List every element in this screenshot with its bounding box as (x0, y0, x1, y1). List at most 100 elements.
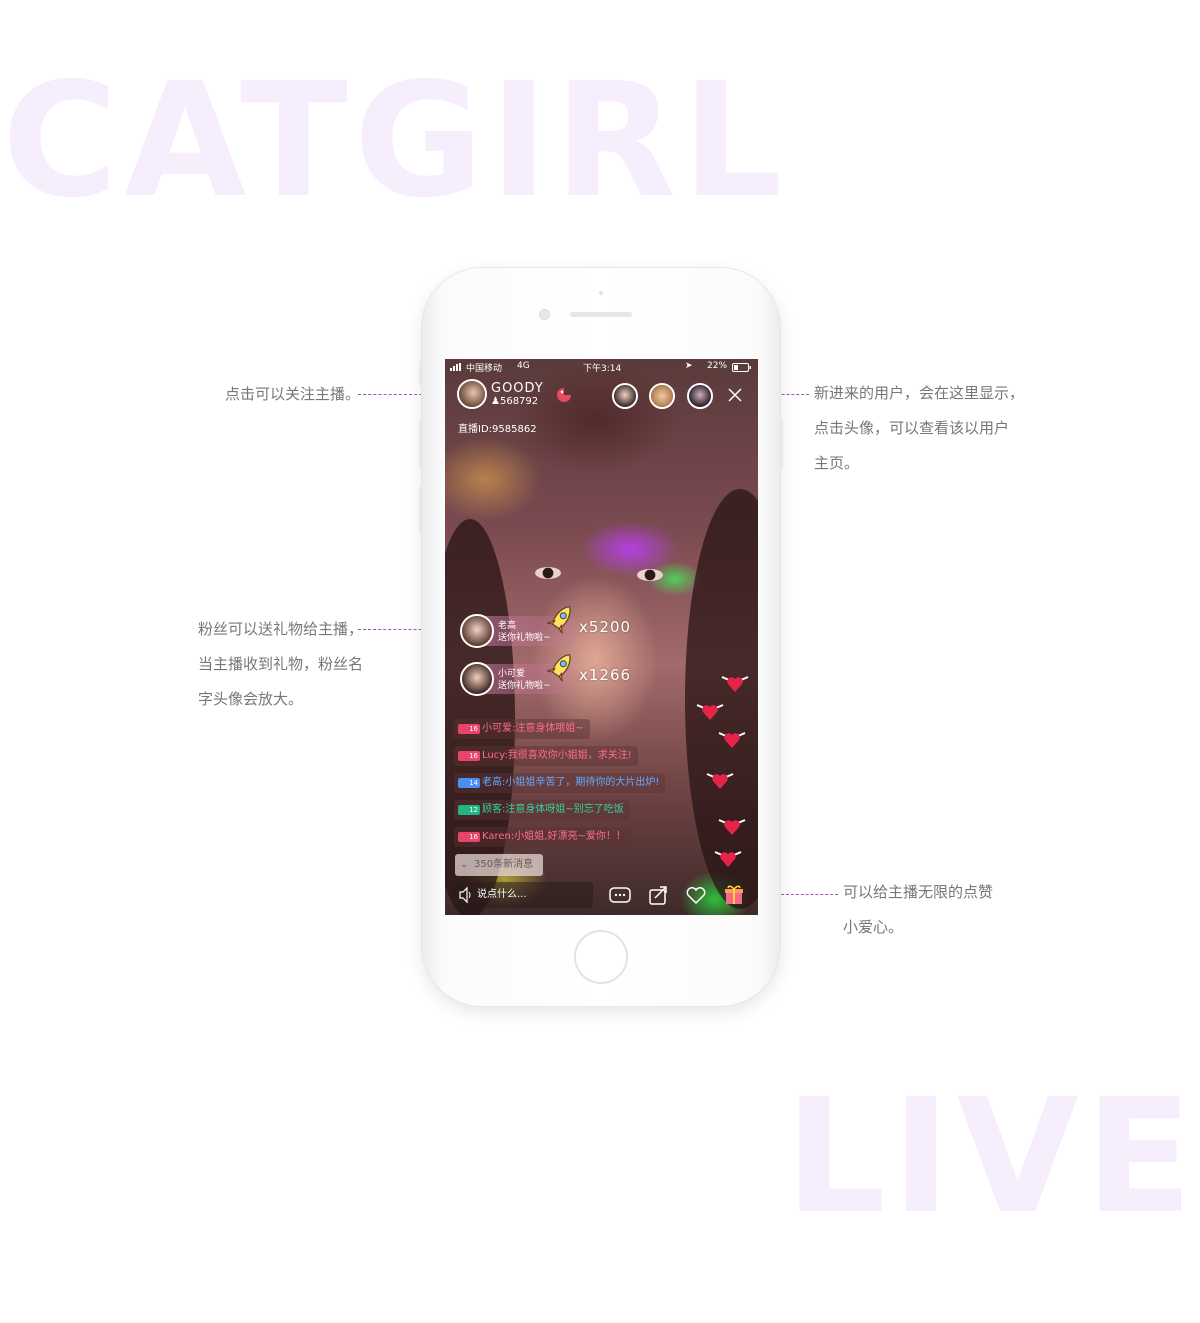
annotation-new-users-line-2: 点击头像，可以查看该以用户 (814, 419, 1010, 437)
floating-heart-icon (705, 769, 735, 791)
close-icon (728, 388, 742, 402)
clock-label: 下午3:14 (583, 364, 622, 374)
gift-notification: 老高 送你礼物啦~ x5200 (460, 606, 635, 648)
phone-side-button (419, 360, 423, 386)
gift-icon (725, 885, 743, 904)
gift-sender-avatar[interactable] (460, 662, 494, 696)
phone-home-button[interactable] (574, 930, 628, 984)
viewer-avatar-2[interactable] (649, 383, 675, 409)
level-badge: 14 (458, 778, 480, 788)
chat-message: 16 Karen:小姐姐,好漂亮~爱你！！ (454, 827, 632, 847)
signal-icon (450, 363, 464, 374)
host-info[interactable]: GOODY ♟568792 (457, 379, 551, 409)
chat-message-text: 老高:小姐姐辛苦了，期待你的大片出炉! (482, 777, 660, 788)
comment-placeholder: 说点什么... (477, 889, 527, 900)
phone-sensor (599, 291, 603, 295)
battery-icon (732, 363, 752, 375)
portrait-eye-left (535, 567, 561, 579)
gift-button[interactable] (721, 882, 747, 908)
bottom-toolbar: 说点什么... (445, 879, 758, 915)
annotation-new-users-line-3: 主页。 (814, 454, 860, 472)
level-badge: 16 (458, 832, 480, 842)
annotation-new-users-line-1: 新进来的用户，会在这里显示， (814, 384, 1025, 402)
floating-heart-icon (717, 815, 747, 837)
phone-volume-up-button (419, 420, 423, 468)
floating-heart-icon (713, 847, 743, 869)
host-avatar-image (459, 381, 485, 407)
person-icon: ♟ (491, 396, 500, 407)
gift-notification: 小可爱 送你礼物啦~ x1266 (460, 654, 635, 696)
level-badge: 16 (458, 751, 480, 761)
phone-speaker (570, 312, 632, 317)
gift-count: x5200 (579, 618, 632, 636)
network-label: 4G (517, 361, 530, 371)
chat-message-text: 顾客:注意身体呀姐~别忘了吃饭 (482, 804, 624, 815)
share-button[interactable] (645, 882, 671, 908)
follow-button[interactable] (555, 386, 573, 402)
annotation-follow-text: 点击可以关注主播。 (225, 385, 361, 403)
live-stream-screen: 中国移动 4G 下午3:14 ➤ 22% GOODY ♟568792 直播ID:… (445, 359, 758, 915)
chat-message: 16 Lucy:我很喜欢你小姐姐，求关注! (454, 746, 638, 766)
new-messages-button[interactable]: ⌄ 350条新消息 (455, 854, 543, 876)
rocket-icon (546, 650, 576, 688)
location-icon: ➤ (685, 361, 693, 371)
annotation-gifts: 粉丝可以送礼物给主播， 当主播收到礼物，粉丝名 字头像会放大。 (198, 612, 363, 717)
viewer-avatar-icon (651, 385, 673, 407)
phone-power-button (779, 420, 783, 468)
portrait-eye-right (637, 569, 663, 581)
level-badge: 16 (458, 724, 480, 734)
gift-sender-avatar-image (462, 616, 492, 646)
annotation-likes-line-2: 小爱心。 (843, 918, 904, 936)
annotation-gifts-line-2: 当主播收到礼物，粉丝名 (198, 655, 364, 673)
gift-sender-avatar[interactable] (460, 614, 494, 648)
chat-message: 12 顾客:注意身体呀姐~别忘了吃饭 (454, 800, 630, 820)
comment-input[interactable]: 说点什么... (453, 882, 593, 908)
viewer-avatar-icon (614, 385, 636, 407)
annotation-new-users: 新进来的用户，会在这里显示， 点击头像，可以查看该以用户 主页。 (814, 376, 1024, 481)
speaker-icon (458, 882, 472, 915)
viewer-avatar-3[interactable] (687, 383, 713, 409)
chat-message-text: Lucy:我很喜欢你小姐姐，求关注! (482, 750, 632, 761)
level-badge: 12 (458, 805, 480, 815)
viewer-avatar-1[interactable] (612, 383, 638, 409)
chat-button[interactable] (607, 882, 633, 908)
heart-icon (686, 887, 706, 905)
close-button[interactable] (725, 385, 745, 405)
chevron-down-icon: ⌄ (460, 859, 469, 870)
host-follower-count: 568792 (499, 396, 539, 407)
share-icon (649, 886, 667, 905)
chat-message: 16 小可爱:注意身体哦姐~ (454, 719, 590, 739)
chat-bubble-icon (609, 887, 631, 903)
gift-message: 送你礼物啦~ (498, 633, 551, 643)
chat-message: 14 老高:小姐姐辛苦了，期待你的大片出炉! (454, 773, 666, 793)
floating-heart-icon (695, 700, 725, 722)
floating-heart-icon (717, 728, 747, 750)
room-id: 直播ID:9585862 (458, 424, 537, 435)
like-button[interactable] (683, 882, 709, 908)
annotation-likes-line-1: 可以给主播无限的点赞 (843, 883, 994, 901)
battery-percent: 22% (707, 361, 728, 371)
gift-count: x1266 (579, 666, 632, 684)
new-messages-label: 350条新消息 (474, 859, 534, 870)
gift-message: 送你礼物啦~ (498, 681, 551, 691)
chat-message-text: Karen:小姐姐,好漂亮~爱你！！ (482, 831, 626, 842)
annotation-gifts-line-1: 粉丝可以送礼物给主播， (198, 620, 364, 638)
annotation-likes: 可以给主播无限的点赞 小爱心。 (843, 875, 993, 945)
phone-camera (539, 309, 550, 320)
phone-volume-down-button (419, 486, 423, 534)
annotation-gifts-line-3: 字头像会放大。 (198, 690, 304, 708)
host-avatar[interactable] (457, 379, 487, 409)
background-word-catgirl: CATGIRL (2, 49, 789, 233)
host-name: GOODY (491, 381, 544, 396)
host-followers: ♟568792 (491, 396, 538, 407)
status-bar: 中国移动 4G 下午3:14 ➤ 22% (445, 361, 758, 375)
annotation-follow: 点击可以关注主播。 (225, 377, 360, 412)
floating-heart-icon (720, 672, 750, 694)
background-word-live: LIVE (785, 1065, 1199, 1249)
viewer-avatar-icon (689, 385, 711, 407)
portrait-hair-right (685, 489, 758, 909)
follow-icon (557, 388, 571, 402)
gift-sender-avatar-image (462, 664, 492, 694)
chat-message-text: 小可爱:注意身体哦姐~ (482, 723, 584, 734)
carrier-label: 中国移动 (466, 364, 503, 374)
